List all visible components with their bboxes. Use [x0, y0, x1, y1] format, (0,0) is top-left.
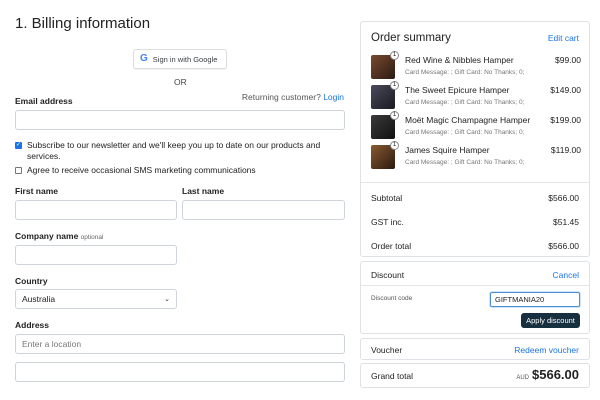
- sms-label: Agree to receive occasional SMS marketin…: [27, 165, 256, 175]
- currency-code: AUD: [516, 375, 529, 381]
- gst-value: $51.45: [553, 217, 579, 227]
- returning-text: Returning customer?: [241, 92, 321, 102]
- first-name-field[interactable]: [15, 200, 177, 220]
- address-field[interactable]: Enter a location: [15, 334, 345, 354]
- last-name-label: Last name: [182, 186, 225, 196]
- subtotal-value: $566.00: [548, 193, 579, 203]
- company-label: Company name optional: [15, 231, 103, 241]
- order-item: 1 James Squire Hamper Card Message: ; Gi…: [371, 141, 581, 171]
- address-label: Address: [15, 320, 50, 330]
- grand-total-label: Grand total: [371, 371, 414, 381]
- item-meta: Card Message: ; Gift Card: No Thanks; 0;: [405, 129, 525, 136]
- order-summary-panel: Order summary Edit cart 1 Red Wine & Nib…: [360, 21, 590, 257]
- item-name: Moët Magic Champagne Hamper: [405, 115, 531, 125]
- grand-total-value: AUD $566.00: [516, 367, 579, 382]
- newsletter-checkbox[interactable]: ✓: [15, 142, 22, 149]
- voucher-label: Voucher: [371, 345, 403, 355]
- order-item: 1 Moët Magic Champagne Hamper Card Messa…: [371, 111, 581, 141]
- newsletter-option[interactable]: ✓ Subscribe to our newsletter and we'll …: [15, 140, 345, 162]
- order-item: 1 The Sweet Epicure Hamper Card Message:…: [371, 81, 581, 111]
- billing-title: 1. Billing information: [15, 15, 151, 32]
- sms-checkbox[interactable]: [15, 167, 22, 174]
- address-line-2-field[interactable]: [15, 362, 345, 382]
- order-summary-title: Order summary: [371, 32, 451, 44]
- gst-label: GST inc.: [371, 217, 404, 227]
- email-label: Email address: [15, 96, 73, 106]
- subtotal-row: Subtotal $566.00: [371, 193, 579, 203]
- sms-option[interactable]: Agree to receive occasional SMS marketin…: [15, 165, 345, 176]
- quantity-badge: 1: [390, 51, 399, 60]
- gst-row: GST inc. $51.45: [371, 217, 579, 227]
- discount-title: Discount: [371, 270, 405, 280]
- or-separator: OR: [174, 77, 187, 87]
- divider: [361, 182, 589, 183]
- quantity-badge: 1: [390, 141, 399, 150]
- item-name: The Sweet Epicure Hamper: [405, 85, 510, 95]
- redeem-voucher-link[interactable]: Redeem voucher: [514, 345, 579, 355]
- google-signin-button[interactable]: G Sign in with Google: [133, 49, 227, 69]
- chevron-down-icon: ⌄: [164, 296, 170, 303]
- grand-total-amount: $566.00: [532, 367, 579, 382]
- quantity-badge: 1: [390, 111, 399, 120]
- quantity-badge: 1: [390, 81, 399, 90]
- order-total-label: Order total: [371, 241, 412, 251]
- last-name-field[interactable]: [182, 200, 345, 220]
- company-label-text: Company name: [15, 231, 79, 241]
- item-meta: Card Message: ; Gift Card: No Thanks; 0;: [405, 159, 525, 166]
- order-total-row: Order total $566.00: [371, 241, 579, 251]
- edit-cart-link[interactable]: Edit cart: [548, 33, 579, 43]
- newsletter-label: Subscribe to our newsletter and we'll ke…: [27, 140, 321, 161]
- discount-panel: Discount Cancel Discount code GIFTMANIA2…: [360, 261, 590, 334]
- order-total-value: $566.00: [548, 241, 579, 251]
- login-link[interactable]: Login: [323, 92, 344, 102]
- apply-discount-button[interactable]: Apply discount: [521, 313, 580, 328]
- email-field[interactable]: [15, 110, 345, 130]
- item-price: $119.00: [550, 145, 581, 155]
- cancel-discount-link[interactable]: Cancel: [553, 270, 579, 280]
- item-price: $199.00: [550, 115, 581, 125]
- subtotal-label: Subtotal: [371, 193, 403, 203]
- company-optional-tag: optional: [80, 234, 104, 241]
- item-name: Red Wine & Nibbles Hamper: [405, 55, 514, 65]
- google-signin-label: Sign in with Google: [152, 54, 218, 64]
- item-price: $149.00: [550, 85, 581, 95]
- google-icon: G: [140, 53, 148, 64]
- item-price: $99.00: [555, 55, 581, 65]
- voucher-panel: Voucher Redeem voucher: [360, 338, 590, 360]
- returning-customer: Returning customer? Login: [242, 92, 344, 102]
- divider: [361, 285, 589, 286]
- discount-code-label: Discount code: [371, 295, 413, 302]
- item-name: James Squire Hamper: [405, 145, 490, 155]
- country-select[interactable]: Australia ⌄: [15, 289, 177, 309]
- discount-code-field[interactable]: GIFTMANIA20: [490, 292, 580, 307]
- country-label: Country: [15, 276, 48, 286]
- first-name-label: First name: [15, 186, 58, 196]
- item-meta: Card Message: ; Gift Card: No Thanks; 0;: [405, 99, 525, 106]
- order-item: 1 Red Wine & Nibbles Hamper Card Message…: [371, 51, 581, 81]
- grand-total-panel: Grand total AUD $566.00: [360, 363, 590, 388]
- item-meta: Card Message: ; Gift Card: No Thanks; 0;: [405, 69, 525, 76]
- company-field[interactable]: [15, 245, 177, 265]
- country-value: Australia: [22, 294, 56, 304]
